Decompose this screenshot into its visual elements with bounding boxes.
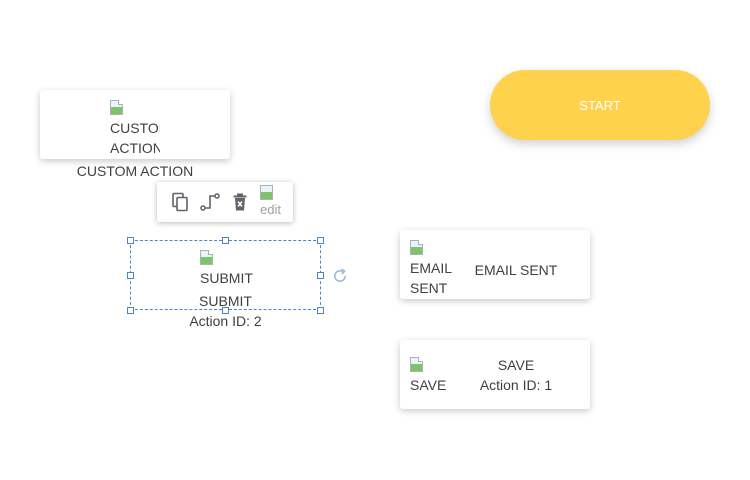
email-sent-node[interactable]: EMAIL SENT EMAIL SENT [400, 230, 590, 299]
connector-icon [200, 193, 220, 211]
connect-button[interactable] [198, 190, 222, 214]
start-node[interactable]: START [490, 70, 710, 140]
custom-action-caption: CUSTOM ACTION [76, 163, 194, 179]
email-sent-icon: EMAIL SENT [410, 238, 452, 298]
duplicate-button[interactable] [168, 190, 192, 214]
resize-handle-n[interactable] [222, 237, 229, 244]
start-node-label: START [579, 97, 621, 113]
resize-handle-sw[interactable] [127, 307, 134, 314]
save-action-id: Action ID: 1 [479, 377, 553, 393]
resize-handle-ne[interactable] [317, 237, 324, 244]
resize-handle-w[interactable] [127, 272, 134, 279]
resize-handle-e[interactable] [317, 272, 324, 279]
custom-action-node[interactable]: CUSTOM ACTION [40, 90, 230, 159]
rotate-icon[interactable] [331, 267, 349, 285]
resize-handle-s[interactable] [222, 307, 229, 314]
save-icon: SAVE [410, 355, 454, 395]
delete-icon [233, 193, 247, 211]
copy-icon [172, 192, 188, 212]
submit-action-id: Action ID: 2 [189, 313, 262, 329]
delete-button[interactable] [228, 190, 252, 214]
selection-box [130, 240, 321, 310]
resize-handle-nw[interactable] [127, 237, 134, 244]
save-node[interactable]: SAVE SAVE Action ID: 1 [400, 340, 590, 409]
save-label: SAVE [497, 357, 535, 373]
custom-action-icon: CUSTOM ACTION [110, 98, 160, 158]
edit-icon[interactable]: edit [260, 184, 282, 218]
resize-handle-se[interactable] [317, 307, 324, 314]
email-sent-label: EMAIL SENT [474, 262, 558, 278]
